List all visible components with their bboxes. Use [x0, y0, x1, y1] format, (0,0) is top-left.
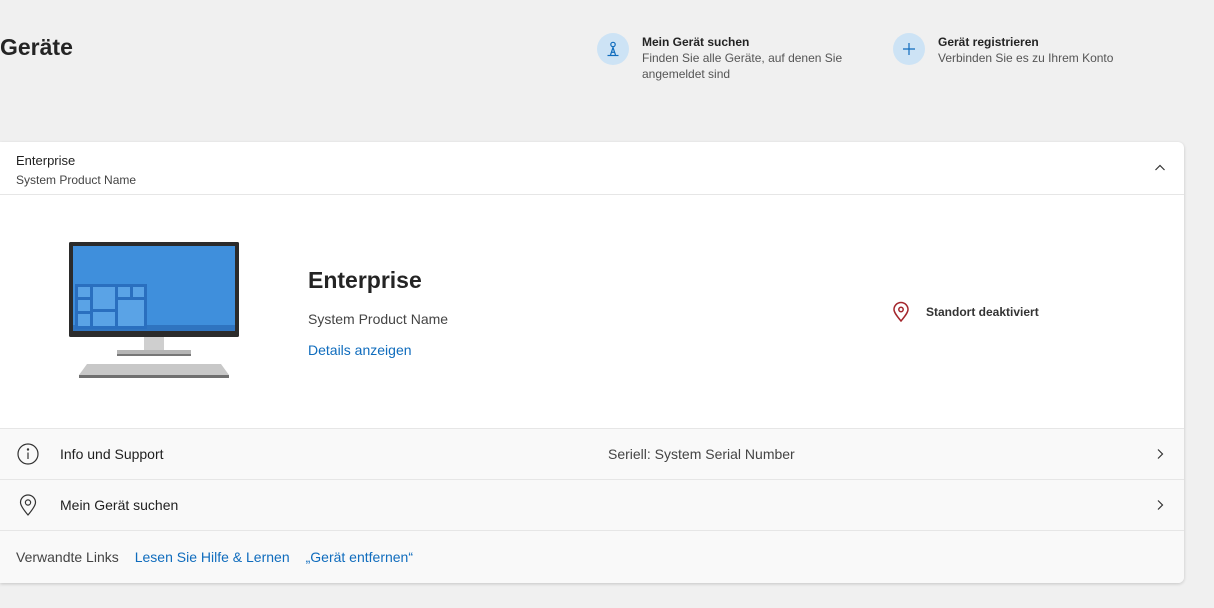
- plus-icon: [893, 33, 925, 65]
- info-and-support-row[interactable]: Info und Support Seriell: System Serial …: [0, 428, 1184, 479]
- register-device-title: Gerät registrieren: [938, 35, 1039, 49]
- related-links: Verwandte Links Lesen Sie Hilfe & Lernen…: [0, 530, 1184, 583]
- device-card: Enterprise System Product Name Enterpris…: [0, 142, 1184, 583]
- device-name: Enterprise: [308, 267, 422, 293]
- location-status: Standort deaktiviert: [890, 301, 1039, 323]
- remove-device-link[interactable]: „Gerät entfernen“: [306, 549, 413, 565]
- find-my-device-description-2: angemeldet sind: [642, 67, 731, 81]
- register-device-description: Verbinden Sie es zu Ihrem Konto: [938, 51, 1114, 65]
- find-my-device-description-1: Finden Sie alle Geräte, auf denen Sie: [642, 51, 843, 65]
- related-links-label: Verwandte Links: [16, 549, 119, 565]
- info-and-support-label: Info und Support: [60, 446, 164, 462]
- chevron-right-icon: [1157, 449, 1164, 459]
- chevron-right-icon: [1157, 500, 1164, 510]
- help-learn-link[interactable]: Lesen Sie Hilfe & Lernen: [135, 549, 290, 565]
- device-card-header[interactable]: Enterprise System Product Name: [0, 142, 1184, 195]
- details-link[interactable]: Details anzeigen: [308, 342, 412, 358]
- location-off-icon: [893, 301, 909, 323]
- device-header-model: System Product Name: [16, 173, 137, 187]
- register-device-action[interactable]: Gerät registrieren Verbinden Sie es zu I…: [893, 33, 1133, 66]
- find-my-device-title: Mein Gerät suchen: [642, 35, 750, 49]
- info-icon: [17, 443, 39, 465]
- find-my-device-label: Mein Gerät suchen: [60, 497, 179, 513]
- find-my-device-row[interactable]: Mein Gerät suchen: [0, 479, 1184, 530]
- desktop-computer-icon: [69, 242, 239, 378]
- serial-number-text: Seriell: System Serial Number: [608, 446, 795, 462]
- device-header-name: Enterprise: [16, 153, 76, 168]
- find-my-device-action[interactable]: Mein Gerät suchen Finden Sie alle Geräte…: [597, 33, 847, 82]
- device-card-body: Enterprise System Product Name Details a…: [0, 195, 1184, 428]
- person-location-icon: [597, 33, 629, 65]
- page-title: Geräte: [0, 34, 73, 60]
- location-status-text: Standort deaktiviert: [926, 305, 1039, 319]
- chevron-up-icon[interactable]: [1152, 160, 1168, 176]
- location-pin-icon: [19, 494, 37, 516]
- device-model: System Product Name: [308, 311, 449, 327]
